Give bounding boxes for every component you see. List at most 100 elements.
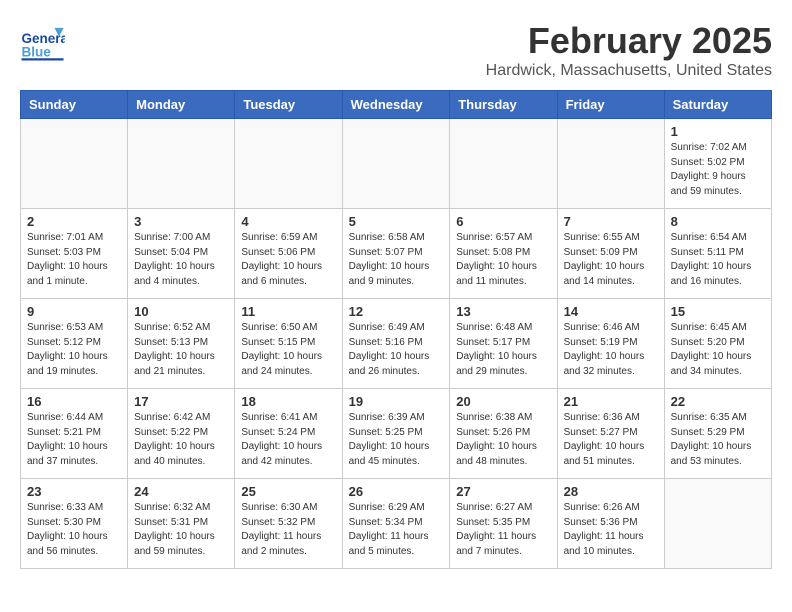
day-info: Sunrise: 6:33 AM Sunset: 5:30 PM Dayligh… <box>27 501 121 559</box>
day-info: Sunrise: 6:44 AM Sunset: 5:21 PM Dayligh… <box>27 411 121 469</box>
calendar-cell <box>128 119 235 209</box>
day-number: 2 <box>27 214 121 229</box>
logo: General Blue <box>20 20 69 65</box>
calendar-week-4: 16 Sunrise: 6:44 AM Sunset: 5:21 PM Dayli… <box>21 389 772 479</box>
day-info: Sunrise: 6:35 AM Sunset: 5:29 PM Dayligh… <box>671 411 765 469</box>
day-info: Sunrise: 6:38 AM Sunset: 5:26 PM Dayligh… <box>456 411 550 469</box>
page-header: General Blue February 2025 Hardwick, Mas… <box>20 20 772 80</box>
day-info: Sunrise: 6:52 AM Sunset: 5:13 PM Dayligh… <box>134 321 228 379</box>
calendar-cell: 15 Sunrise: 6:45 AM Sunset: 5:20 PM Dayli… <box>664 299 771 389</box>
day-header-wednesday: Wednesday <box>342 91 450 119</box>
calendar-cell: 16 Sunrise: 6:44 AM Sunset: 5:21 PM Dayli… <box>21 389 128 479</box>
calendar-cell: 13 Sunrise: 6:48 AM Sunset: 5:17 PM Dayli… <box>450 299 557 389</box>
calendar-cell: 23 Sunrise: 6:33 AM Sunset: 5:30 PM Dayli… <box>21 479 128 569</box>
calendar-week-3: 9 Sunrise: 6:53 AM Sunset: 5:12 PM Daylig… <box>21 299 772 389</box>
day-number: 12 <box>349 304 444 319</box>
day-number: 24 <box>134 484 228 499</box>
day-number: 4 <box>241 214 335 229</box>
day-info: Sunrise: 6:32 AM Sunset: 5:31 PM Dayligh… <box>134 501 228 559</box>
calendar-week-1: 1 Sunrise: 7:02 AM Sunset: 5:02 PM Daylig… <box>21 119 772 209</box>
day-number: 23 <box>27 484 121 499</box>
day-header-saturday: Saturday <box>664 91 771 119</box>
day-header-sunday: Sunday <box>21 91 128 119</box>
day-number: 1 <box>671 124 765 139</box>
calendar-cell <box>342 119 450 209</box>
day-info: Sunrise: 6:48 AM Sunset: 5:17 PM Dayligh… <box>456 321 550 379</box>
day-header-monday: Monday <box>128 91 235 119</box>
calendar-cell: 18Sunrise: 6:41 AM Sunset: 5:24 PM Dayli… <box>235 389 342 479</box>
day-number: 26 <box>349 484 444 499</box>
day-info: Sunrise: 6:50 AM Sunset: 5:15 PM Dayligh… <box>241 321 335 379</box>
day-number: 28 <box>564 484 658 499</box>
page-title: February 2025 <box>486 20 772 62</box>
day-number: 14 <box>564 304 658 319</box>
day-number: 9 <box>27 304 121 319</box>
calendar-week-5: 23 Sunrise: 6:33 AM Sunset: 5:30 PM Dayli… <box>21 479 772 569</box>
day-info: Sunrise: 6:30 AM Sunset: 5:32 PM Dayligh… <box>241 501 335 559</box>
day-info: Sunrise: 6:57 AM Sunset: 5:08 PM Dayligh… <box>456 231 550 289</box>
calendar-cell: 7Sunrise: 6:55 AM Sunset: 5:09 PM Daylig… <box>557 209 664 299</box>
calendar-cell: 11Sunrise: 6:50 AM Sunset: 5:15 PM Dayli… <box>235 299 342 389</box>
day-number: 25 <box>241 484 335 499</box>
calendar-cell: 17 Sunrise: 6:42 AM Sunset: 5:22 PM Dayli… <box>128 389 235 479</box>
calendar-cell: 4Sunrise: 6:59 AM Sunset: 5:06 PM Daylig… <box>235 209 342 299</box>
calendar-cell: 19 Sunrise: 6:39 AM Sunset: 5:25 PM Dayli… <box>342 389 450 479</box>
day-info: Sunrise: 6:54 AM Sunset: 5:11 PM Dayligh… <box>671 231 765 289</box>
svg-text:Blue: Blue <box>22 44 52 59</box>
calendar-cell <box>235 119 342 209</box>
calendar-cell: 5 Sunrise: 6:58 AM Sunset: 5:07 PM Daylig… <box>342 209 450 299</box>
title-section: February 2025 Hardwick, Massachusetts, U… <box>486 20 772 80</box>
calendar-cell: 21Sunrise: 6:36 AM Sunset: 5:27 PM Dayli… <box>557 389 664 479</box>
day-number: 20 <box>456 394 550 409</box>
page-subtitle: Hardwick, Massachusetts, United States <box>486 62 772 80</box>
day-number: 8 <box>671 214 765 229</box>
calendar-cell: 24 Sunrise: 6:32 AM Sunset: 5:31 PM Dayli… <box>128 479 235 569</box>
day-info: Sunrise: 6:29 AM Sunset: 5:34 PM Dayligh… <box>349 501 444 559</box>
day-number: 16 <box>27 394 121 409</box>
day-number: 3 <box>134 214 228 229</box>
calendar-week-2: 2 Sunrise: 7:01 AM Sunset: 5:03 PM Daylig… <box>21 209 772 299</box>
calendar-cell: 1 Sunrise: 7:02 AM Sunset: 5:02 PM Daylig… <box>664 119 771 209</box>
day-info: Sunrise: 6:58 AM Sunset: 5:07 PM Dayligh… <box>349 231 444 289</box>
day-info: Sunrise: 6:39 AM Sunset: 5:25 PM Dayligh… <box>349 411 444 469</box>
calendar-cell: 26 Sunrise: 6:29 AM Sunset: 5:34 PM Dayli… <box>342 479 450 569</box>
day-info: Sunrise: 7:00 AM Sunset: 5:04 PM Dayligh… <box>134 231 228 289</box>
day-info: Sunrise: 6:36 AM Sunset: 5:27 PM Dayligh… <box>564 411 658 469</box>
day-info: Sunrise: 6:53 AM Sunset: 5:12 PM Dayligh… <box>27 321 121 379</box>
day-number: 15 <box>671 304 765 319</box>
day-info: Sunrise: 6:45 AM Sunset: 5:20 PM Dayligh… <box>671 321 765 379</box>
calendar-cell: 25 Sunrise: 6:30 AM Sunset: 5:32 PM Dayli… <box>235 479 342 569</box>
day-info: Sunrise: 6:46 AM Sunset: 5:19 PM Dayligh… <box>564 321 658 379</box>
calendar-cell <box>557 119 664 209</box>
day-number: 22 <box>671 394 765 409</box>
day-info: Sunrise: 6:49 AM Sunset: 5:16 PM Dayligh… <box>349 321 444 379</box>
calendar-cell: 12 Sunrise: 6:49 AM Sunset: 5:16 PM Dayli… <box>342 299 450 389</box>
calendar-cell: 28 Sunrise: 6:26 AM Sunset: 5:36 PM Dayli… <box>557 479 664 569</box>
calendar-cell: 27 Sunrise: 6:27 AM Sunset: 5:35 PM Dayli… <box>450 479 557 569</box>
calendar-cell <box>450 119 557 209</box>
calendar-table: SundayMondayTuesdayWednesdayThursdayFrid… <box>20 90 772 569</box>
calendar-cell: 2 Sunrise: 7:01 AM Sunset: 5:03 PM Daylig… <box>21 209 128 299</box>
day-header-thursday: Thursday <box>450 91 557 119</box>
day-info: Sunrise: 7:01 AM Sunset: 5:03 PM Dayligh… <box>27 231 121 289</box>
calendar-cell: 8 Sunrise: 6:54 AM Sunset: 5:11 PM Daylig… <box>664 209 771 299</box>
calendar-cell: 3 Sunrise: 7:00 AM Sunset: 5:04 PM Daylig… <box>128 209 235 299</box>
day-info: Sunrise: 6:55 AM Sunset: 5:09 PM Dayligh… <box>564 231 658 289</box>
calendar-cell: 9 Sunrise: 6:53 AM Sunset: 5:12 PM Daylig… <box>21 299 128 389</box>
day-info: Sunrise: 6:41 AM Sunset: 5:24 PM Dayligh… <box>241 411 335 469</box>
day-info: Sunrise: 6:26 AM Sunset: 5:36 PM Dayligh… <box>564 501 658 559</box>
day-info: Sunrise: 6:42 AM Sunset: 5:22 PM Dayligh… <box>134 411 228 469</box>
day-number: 13 <box>456 304 550 319</box>
day-info: Sunrise: 7:02 AM Sunset: 5:02 PM Dayligh… <box>671 141 765 199</box>
day-number: 19 <box>349 394 444 409</box>
day-header-tuesday: Tuesday <box>235 91 342 119</box>
day-info: Sunrise: 6:27 AM Sunset: 5:35 PM Dayligh… <box>456 501 550 559</box>
day-header-friday: Friday <box>557 91 664 119</box>
calendar-header-row: SundayMondayTuesdayWednesdayThursdayFrid… <box>21 91 772 119</box>
day-number: 17 <box>134 394 228 409</box>
calendar-cell: 14 Sunrise: 6:46 AM Sunset: 5:19 PM Dayli… <box>557 299 664 389</box>
logo-icon: General Blue <box>20 20 65 65</box>
day-number: 6 <box>456 214 550 229</box>
day-number: 5 <box>349 214 444 229</box>
day-number: 27 <box>456 484 550 499</box>
